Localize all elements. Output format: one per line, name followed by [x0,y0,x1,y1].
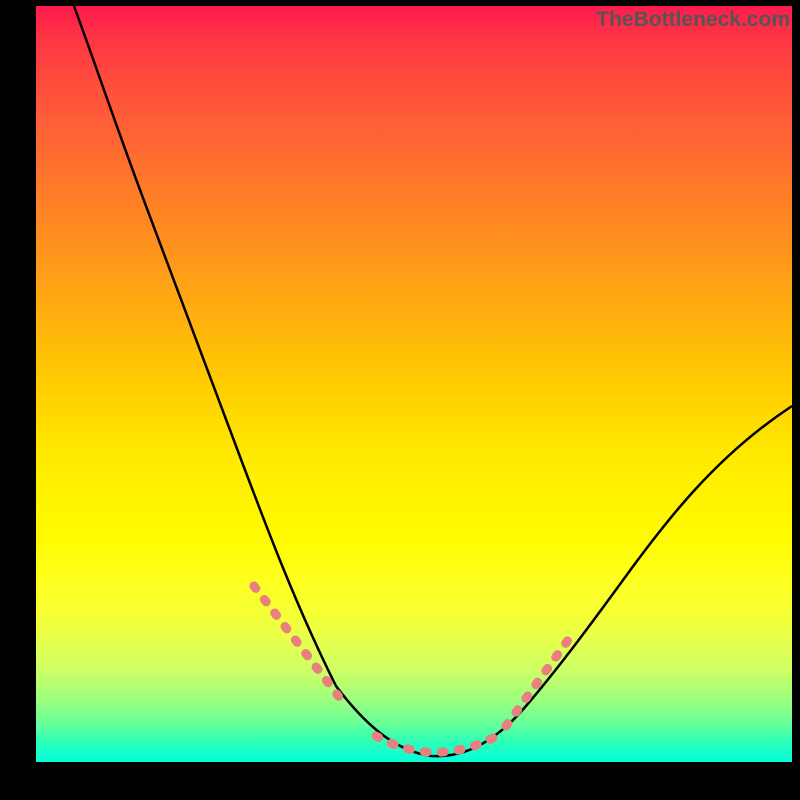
curve-path [74,6,792,756]
highlight-dots-right [506,636,571,726]
highlight-dots-bottom [376,734,501,752]
bottleneck-curve-svg [36,6,792,762]
watermark-text: TheBottleneck.com [596,8,790,32]
chart-gradient-background [36,6,792,762]
highlight-dots-left [254,586,346,706]
